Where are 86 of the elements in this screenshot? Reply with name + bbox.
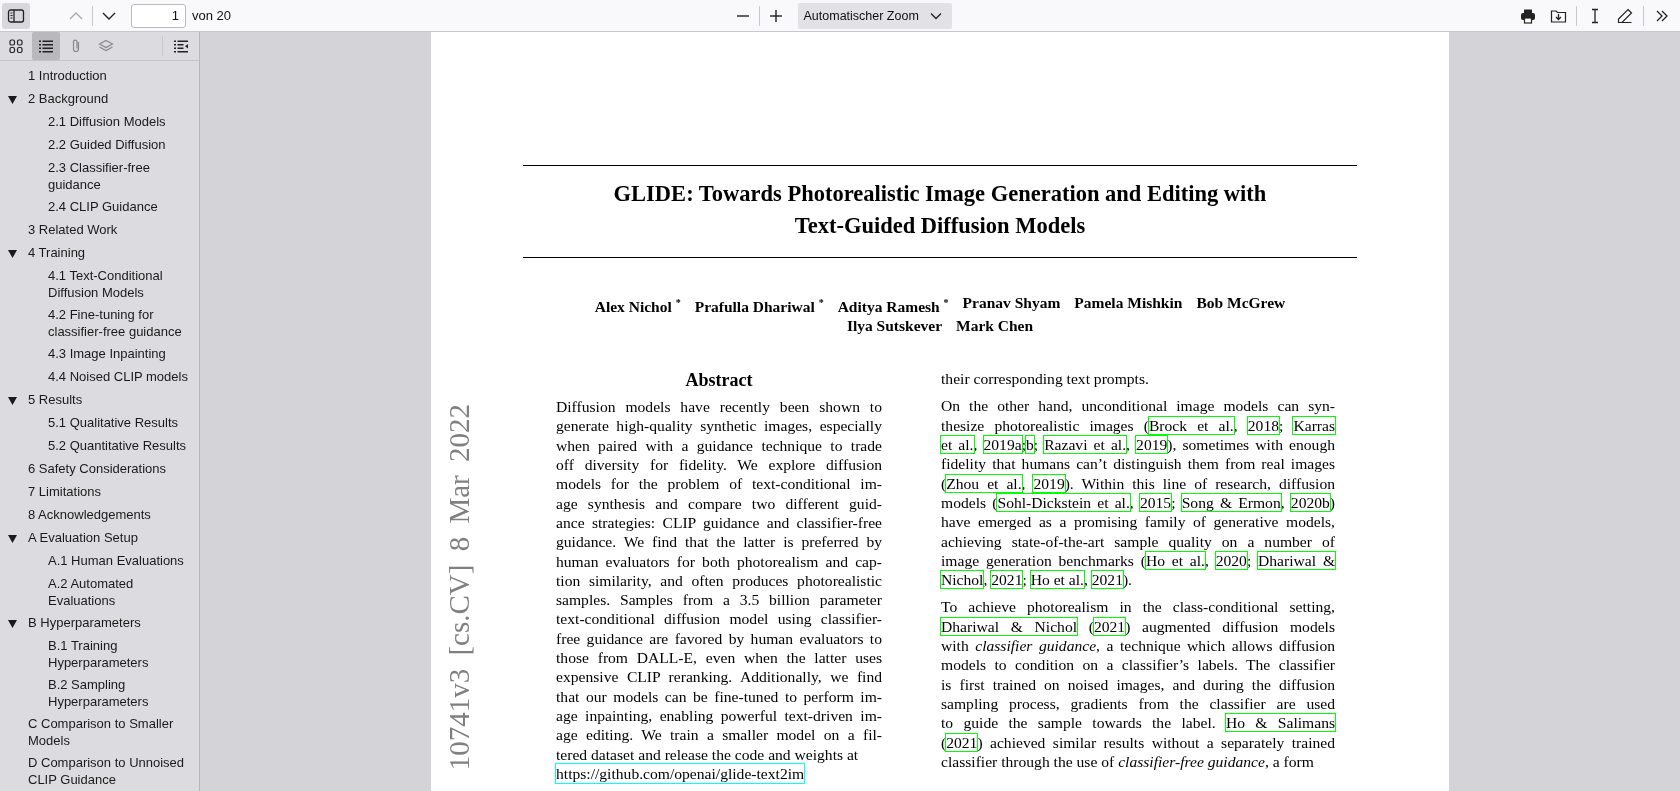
citation-link[interactable]: Ho & Salimans [1225,714,1335,732]
citation-link[interactable]: Sohl-Dickstein et al. [997,493,1130,511]
citation-link[interactable]: 2019 [1033,474,1065,492]
expand-toggle-icon[interactable] [8,249,17,258]
outline-view-button[interactable] [32,32,60,60]
sidebar-icon [7,7,25,24]
outline-item[interactable]: 2 Background [28,91,109,108]
outline-item[interactable]: B.2 Sampling Hyperparameters [48,677,197,710]
citation-link[interactable]: Karras [1293,416,1336,434]
layers-icon [98,38,114,54]
outline-item[interactable]: 4 Training [28,245,86,262]
outline-item[interactable]: 5 Results [28,392,83,409]
outline-item[interactable]: C Comparison to Smaller Models [28,716,197,749]
author-name: Prafulla Dhariwal $^{*}$ [694,296,824,317]
outline-item[interactable]: 4.1 Text-Conditional Diffusion Models [48,268,197,301]
paper-title: GLIDE: Towards Photorealistic Image Generation and Editing with Text-Guided Diffusion Models [612,180,1268,240]
outline-item[interactable]: A.1 Human Evaluations [48,553,184,570]
expand-toggle-icon[interactable] [8,396,17,405]
outline-item[interactable]: 8 Acknowledgements [28,507,151,524]
outline-item[interactable]: D Comparison to Unnoised CLIP Guidance [28,755,197,788]
citation-link[interactable]: Brock et al. [1148,416,1234,434]
citation-link[interactable]: 2020 [1215,551,1247,569]
citation-link[interactable]: Razavi et al. [1044,436,1127,454]
citation-link[interactable]: 2021 [946,733,978,751]
outline-item[interactable]: 2.1 Diffusion Models [48,114,166,131]
outline-item[interactable]: 4.2 Fine-tuning for classifier-free guidance [48,307,197,340]
paragraph: To achieve photorealism in the class-conditional setting, Dhariwal & Nichol (2021) augmented diffusion models with classifier guidance, a technique which allows diffusion models to condition on a classifier’s labels. The classifier is first trained on noised images, and during the diffusion sampling process, gradients from the classifier are used to guide the sample towards the label. Ho & Salimans (2021) achieved similar results without a separately trained classifier through the use of classifier-free guidance, a form [941,597,1335,772]
author-name: Aditya Ramesh $^{*}$ [837,296,949,317]
list-icon [38,38,54,54]
expand-toggle-icon[interactable] [8,95,17,104]
outline-item[interactable]: B.1 Training Hyperparameters [48,638,197,671]
expand-toggle-icon[interactable] [8,534,17,543]
code-link[interactable]: https://github.com/openai/glide-text2im [556,763,805,783]
outline-item[interactable]: 2.3 Classifier-free guidance [48,160,197,193]
outline-item[interactable]: A.2 Automated Evaluations [48,576,197,609]
citation-link[interactable]: 2021 [1093,617,1126,635]
author-name: Ilya Sutskever [846,316,943,336]
list-arrow-icon [173,38,189,54]
outline-item[interactable]: 6 Safety Considerations [28,461,167,478]
citation-link[interactable]: 2021 [1091,571,1123,589]
outline-item[interactable]: 5.1 Qualitative Results [48,415,179,432]
page-count: von 20 [192,8,232,23]
grid-icon [8,38,24,54]
citation-link[interactable]: 2015 [1139,493,1172,511]
paragraph: their corresponding text prompts. [941,369,1150,389]
arxiv-identifier-text: 10741v3 [cs.CV] 8 Mar 2022 [443,404,476,771]
citation-link[interactable]: Dhariwal & [1258,551,1335,569]
author-name: Mark Chen [956,316,1034,336]
author-name: Alex Nichol $^{*}$ [594,296,681,317]
citation-link[interactable]: Zhou et al. [946,474,1022,492]
outline-item[interactable]: 2.2 Guided Diffusion [48,137,166,154]
sidebar-toggle-button[interactable] [2,2,30,29]
citation-link[interactable]: 2019a [983,436,1022,454]
pencil-icon [1617,7,1633,24]
citation-link[interactable]: 2021 [991,571,1023,589]
citation-link[interactable]: Nichol [941,571,984,589]
zoom-select[interactable]: Automatischer Zoom [797,2,952,29]
outline-item[interactable]: 3 Related Work [28,222,118,239]
outline-item[interactable]: 7 Limitations [28,484,101,501]
citation-link[interactable]: 2018 [1247,416,1279,434]
citation-link[interactable]: Ho et al. [1030,571,1084,589]
expand-toggle-icon[interactable] [8,619,17,628]
page-number-field[interactable]: 1 [131,3,186,28]
outline-item[interactable]: 4.3 Image Inpainting [48,346,166,363]
download-folder-icon [1549,7,1567,24]
citation-link[interactable]: Song & Ermon [1181,493,1281,511]
citation-link[interactable]: 2020b [1290,493,1330,511]
author-name: Pranav Shyam [962,293,1061,313]
abstract-heading: Abstract [684,369,754,392]
outline-item[interactable]: 1 Introduction [28,68,107,85]
citation-link[interactable]: 2019 [1136,436,1168,454]
author-name: Bob McGrew [1196,293,1286,313]
outline-item[interactable]: 4.4 Noised CLIP models [48,369,188,386]
outline-item[interactable]: 2.4 CLIP Guidance [48,199,158,216]
citation-link[interactable]: Dhariwal & Nichol [941,617,1078,635]
citation-link[interactable]: b [1025,436,1034,454]
author-name: Pamela Mishkin [1074,293,1183,313]
plus-icon [767,7,784,24]
outline-item[interactable]: A Evaluation Setup [28,530,138,547]
citation-link[interactable]: Ho et al. [1145,551,1205,569]
outline-item[interactable]: 5.2 Quantitative Results [48,438,187,455]
caret-icon [929,11,942,20]
citation-link[interactable]: et al. [941,436,974,454]
minus-icon [736,14,749,17]
printer-icon [1520,7,1536,24]
outline-item[interactable]: B Hyperparameters [28,615,141,632]
